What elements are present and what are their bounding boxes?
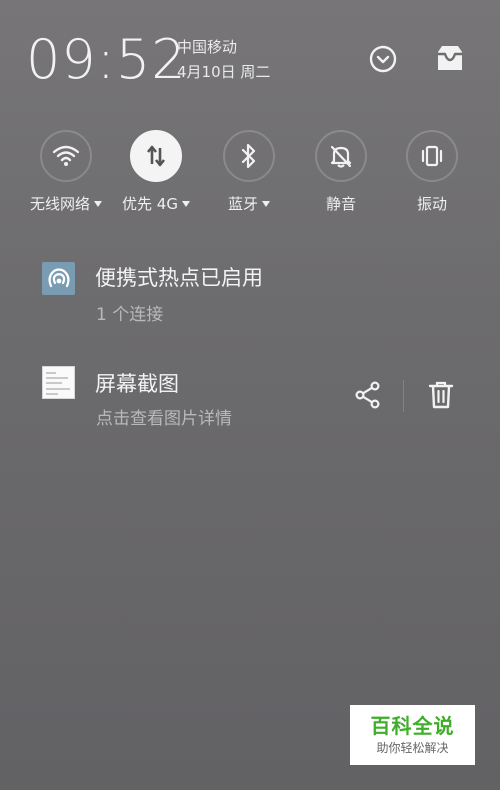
watermark-logo: 百科全说 助你轻松解决 <box>350 705 475 765</box>
toggle-vibrate-label: 振动 <box>416 195 447 213</box>
wifi-icon <box>53 145 79 166</box>
date-label: 4月10日 周二 <box>177 63 271 81</box>
caret-down-icon <box>181 201 190 207</box>
chevron-down-circle-icon <box>369 45 397 73</box>
toggle-vibrate-button[interactable] <box>406 130 458 182</box>
toggle-silent-label: 静音 <box>325 195 356 213</box>
hotspot-icon <box>42 262 75 295</box>
toggle-silent[interactable]: 静音 <box>298 130 388 220</box>
clock-time: 09:52 <box>26 28 187 91</box>
bell-off-icon <box>330 145 352 168</box>
toggle-vibrate[interactable]: 振动 <box>389 130 479 220</box>
watermark-sub-text: 助你轻松解决 <box>376 741 449 755</box>
watermark-main-text: 百科全说 <box>370 714 455 738</box>
inbox-tray-icon <box>438 46 462 70</box>
toggle-mobile-data-label: 优先 4G <box>113 193 199 214</box>
data-transfer-icon <box>146 145 166 167</box>
share-icon <box>355 381 380 409</box>
toggle-mobile-data-button[interactable] <box>130 130 182 182</box>
toggle-wifi-label: 无线网络 <box>23 193 109 214</box>
carrier-name: 中国移动 <box>177 38 238 56</box>
toggle-wifi-button[interactable] <box>40 130 92 182</box>
trash-icon <box>428 381 454 409</box>
bluetooth-icon <box>241 143 256 169</box>
notification-subtitle: 点击查看图片详情 <box>96 409 232 429</box>
delete-button[interactable] <box>421 375 461 415</box>
toggle-wifi[interactable]: 无线网络 <box>23 130 113 220</box>
expand-button[interactable] <box>365 41 401 77</box>
notification-title: 便携式热点已启用 <box>95 266 263 290</box>
toggle-mobile-data[interactable]: 优先 4G <box>113 130 203 220</box>
toggle-bluetooth-button[interactable] <box>223 130 275 182</box>
share-button[interactable] <box>348 375 388 415</box>
toggle-bluetooth-label: 蓝牙 <box>206 193 292 214</box>
notification-subtitle: 1 个连接 <box>96 305 164 325</box>
toggle-silent-button[interactable] <box>315 130 367 182</box>
notification-title: 屏幕截图 <box>95 372 179 396</box>
screenshot-thumbnail <box>42 366 75 399</box>
vibrate-icon <box>421 145 443 167</box>
toggle-bluetooth[interactable]: 蓝牙 <box>206 130 296 220</box>
caret-down-icon <box>262 201 270 207</box>
action-divider <box>403 380 404 412</box>
caret-down-icon <box>94 201 102 207</box>
notification-tray-button[interactable] <box>432 41 468 77</box>
